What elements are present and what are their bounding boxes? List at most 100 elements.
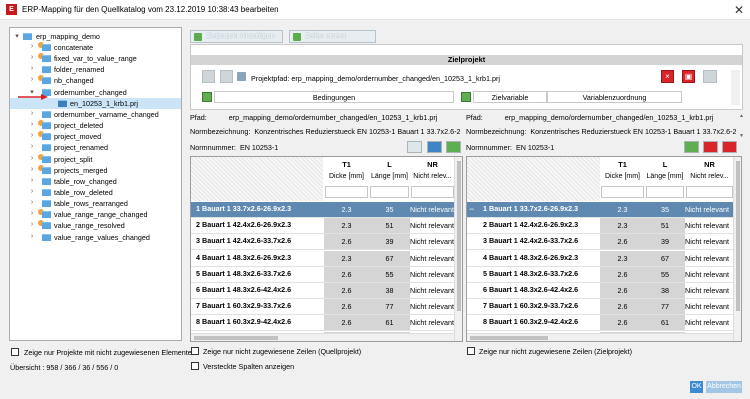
tree-item[interactable]: › concatenate (10, 42, 181, 53)
source-copy-icon[interactable] (427, 141, 442, 153)
target-reject-icon[interactable] (703, 141, 718, 153)
open-icon[interactable]: ▣ (682, 70, 695, 83)
table-row[interactable]: 8 Bauart 1 60.3x2.9-42.4x2.6 2.6 61 Nicht re… (191, 315, 454, 332)
expand-icon[interactable]: › (28, 233, 36, 240)
column-header[interactable]: T1 (600, 160, 645, 169)
tree-item[interactable]: › project_moved (10, 131, 181, 142)
scroll-thumb[interactable] (457, 161, 461, 311)
tree-root[interactable]: ▾ erp_mapping_demo (10, 31, 181, 42)
column-filter-input[interactable] (411, 186, 454, 198)
horizontal-scrollbar[interactable] (467, 333, 733, 341)
column-filter-input[interactable] (686, 186, 733, 198)
remove-icon[interactable]: × (661, 70, 674, 83)
row-number: 4 (196, 252, 200, 262)
cell-l: 35 (661, 205, 669, 214)
cancel-button[interactable]: Abbrechen (706, 381, 742, 393)
tree-item[interactable]: › projects_merged (10, 164, 181, 176)
target-accept-icon[interactable] (684, 141, 699, 153)
expand-icon[interactable]: › (28, 199, 36, 206)
tree-item[interactable]: › ordernumber_varname_changed (10, 109, 181, 120)
expand-icon[interactable]: › (28, 210, 36, 217)
expand-icon[interactable]: › (28, 132, 36, 139)
table-row[interactable]: 2 Bauart 1 42.4x2.6-26.9x2.3 2.3 51 Nicht re… (191, 218, 454, 235)
table-row[interactable]: 7 Bauart 1 60.3x2.9-33.7x2.6 2.6 77 Nicht re… (191, 299, 454, 316)
source-grid[interactable]: T1 Dicke [mm] L Länge [mm] NR Nicht relev... 1… (190, 156, 463, 342)
only-unassigned-projects-checkbox[interactable] (11, 348, 19, 356)
expand-icon[interactable]: › (28, 188, 36, 195)
expand-icon[interactable]: › (28, 110, 36, 117)
table-row[interactable]: 1 Bauart 1 33.7x2.6-26.9x2.3 2.3 35 Nicht re… (191, 202, 454, 218)
tree-item[interactable]: › value_range_range_changed (10, 209, 181, 220)
scroll-thumb[interactable] (470, 336, 548, 340)
table-row[interactable]: 4 Bauart 1 48.3x2.6-26.9x2.3 2.3 67 Nicht re… (467, 250, 733, 267)
expand-icon[interactable]: › (28, 143, 36, 150)
close-window-button[interactable]: ✕ (728, 0, 750, 20)
move-up-icon[interactable] (202, 70, 215, 83)
collapse-icon[interactable]: ▾ (13, 32, 21, 40)
next-icon[interactable] (703, 70, 717, 83)
col-target-variable[interactable]: Zielvariable (473, 91, 547, 103)
table-row[interactable]: ⇔ 1 Bauart 1 33.7x2.6-26.9x2.3 2.3 35 Nicht r… (467, 202, 733, 218)
tree-item[interactable]: › table_rows_rearranged (10, 198, 181, 209)
column-filter-input[interactable] (601, 186, 644, 198)
source-transfer-icon[interactable] (446, 141, 461, 153)
expand-icon[interactable]: › (28, 65, 36, 72)
tree-item[interactable]: › value_range_values_changed (10, 232, 181, 243)
source-filter-icon[interactable] (407, 141, 422, 153)
expand-icon[interactable]: › (28, 221, 36, 228)
only-unassigned-source-checkbox[interactable] (191, 347, 199, 355)
tree-item[interactable]: › project_renamed (10, 142, 181, 153)
tree-item[interactable]: › folder_renamed (10, 64, 181, 75)
table-row[interactable]: 6 Bauart 1 48.3x2.6-42.4x2.6 2.6 38 Nicht re… (467, 283, 733, 299)
scroll-thumb[interactable] (736, 161, 740, 311)
expand-icon[interactable]: › (28, 54, 36, 61)
table-row[interactable]: 3 Bauart 1 42.4x2.6-33.7x2.6 2.6 39 Nicht re… (467, 234, 733, 251)
table-row[interactable]: 2 Bauart 1 42.4x2.6-26.9x2.3 2.3 51 Nicht re… (467, 218, 733, 235)
table-row[interactable]: 5 Bauart 1 48.3x2.6-33.7x2.6 2.6 55 Nicht re… (191, 266, 454, 283)
target-info-scrollbar[interactable]: ▲ ▼ (738, 113, 745, 139)
expand-icon[interactable]: › (28, 76, 36, 83)
table-row[interactable]: 4 Bauart 1 48.3x2.6-26.9x2.3 2.3 67 Nicht re… (191, 250, 454, 267)
vertical-scrollbar[interactable] (454, 157, 462, 341)
column-header[interactable]: L (369, 160, 410, 169)
expand-icon[interactable]: › (28, 166, 36, 173)
expand-icon[interactable]: › (28, 177, 36, 184)
col-variable-mapping[interactable]: Variablenzuordnung (547, 91, 682, 103)
project-tree[interactable]: ▾ erp_mapping_demo › concatenate › fixed_var_… (9, 27, 182, 341)
move-down-icon[interactable] (220, 70, 233, 83)
table-row[interactable]: 8 Bauart 1 60.3x2.9-42.4x2.6 2.6 61 Nicht re… (467, 315, 733, 332)
column-header[interactable]: NR (685, 160, 734, 169)
show-hidden-columns-checkbox[interactable] (191, 362, 199, 370)
target-grid[interactable]: T1 Dicke [mm] L Länge [mm] NR Nicht relev... ⇔… (466, 156, 742, 342)
tree-item[interactable]: › project_split (10, 153, 181, 165)
table-row[interactable]: 6 Bauart 1 48.3x2.6-42.4x2.6 2.6 38 Nicht re… (191, 283, 454, 299)
panel-scrollbar[interactable] (731, 70, 740, 105)
target-reset-icon[interactable] (722, 141, 737, 153)
expand-icon[interactable]: › (28, 155, 36, 162)
tree-item[interactable]: › project_deleted (10, 120, 181, 131)
column-filter-input[interactable] (325, 186, 368, 198)
add-target-project-button[interactable]: Zielprojekt hinzufügen (190, 30, 283, 43)
tree-item[interactable]: › table_row_changed (10, 176, 181, 187)
col-conditions[interactable]: Bedingungen (214, 91, 454, 103)
column-filter-input[interactable] (370, 186, 409, 198)
tree-item[interactable]: › value_range_resolved (10, 220, 181, 231)
column-header[interactable]: T1 (324, 160, 369, 169)
only-unassigned-target-checkbox[interactable] (467, 347, 475, 355)
column-filter-input[interactable] (646, 186, 684, 198)
reassign-rows-button[interactable]: Zeilen erneut zuweisen (289, 30, 376, 51)
table-row[interactable]: 5 Bauart 1 48.3x2.6-33.7x2.6 2.6 55 Nicht re… (467, 266, 733, 283)
column-header[interactable]: L (645, 160, 685, 169)
column-header[interactable]: NR (410, 160, 455, 169)
table-row[interactable]: 7 Bauart 1 60.3x2.9-33.7x2.6 2.6 77 Nicht re… (467, 299, 733, 316)
table-row[interactable]: 3 Bauart 1 42.4x2.6-33.7x2.6 2.6 39 Nicht re… (191, 234, 454, 251)
tree-item[interactable]: › table_row_deleted (10, 187, 181, 198)
expand-icon[interactable]: › (28, 121, 36, 128)
tree-item[interactable]: › nb_changed (10, 75, 181, 86)
vertical-scrollbar[interactable] (733, 157, 741, 341)
tree-item[interactable]: › fixed_var_to_value_range (10, 53, 181, 64)
expand-icon[interactable]: › (28, 43, 36, 50)
ok-button[interactable]: OK (690, 381, 703, 393)
scroll-thumb[interactable] (194, 336, 278, 340)
horizontal-scrollbar[interactable] (191, 333, 454, 341)
